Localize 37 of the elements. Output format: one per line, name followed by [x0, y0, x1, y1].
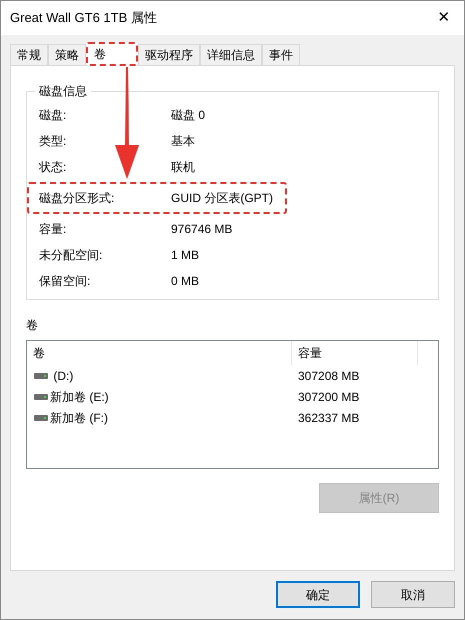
- column-header[interactable]: 容量: [292, 341, 418, 365]
- info-label: 保留空间:: [39, 273, 92, 290]
- info-value: 基本: [171, 133, 195, 150]
- info-label: 容量:: [39, 221, 68, 238]
- info-value: 0 MB: [171, 273, 200, 290]
- dialog-button[interactable]: 确定: [276, 581, 360, 608]
- info-label: 状态:: [39, 159, 68, 176]
- info-value: 1 MB: [171, 247, 200, 264]
- close-button[interactable]: ✕: [424, 1, 464, 35]
- volume-capacity: 362337 MB: [297, 410, 360, 426]
- section-title: 卷: [26, 317, 39, 334]
- info-value: 联机: [171, 159, 195, 176]
- dialog-button[interactable]: 取消: [371, 581, 455, 608]
- window-title: Great Wall GT6 1TB 属性: [10, 9, 157, 28]
- info-value: GUID 分区表(GPT): [171, 190, 273, 207]
- tab[interactable]: 卷: [86, 42, 138, 66]
- volume-capacity: 307200 MB: [297, 388, 360, 406]
- column-header[interactable]: 卷: [27, 341, 292, 365]
- volume-name[interactable]: 新加卷 (F:): [50, 408, 108, 426]
- info-label: 未分配空间:: [39, 247, 104, 264]
- tab[interactable]: 详细信息: [200, 44, 262, 65]
- drive-icon: [34, 394, 48, 400]
- info-label: 类型:: [39, 133, 68, 150]
- info-value: 976746 MB: [171, 221, 232, 238]
- info-label: 磁盘:: [39, 107, 68, 124]
- volume-capacity: 307208 MB: [297, 368, 360, 384]
- group-title: 磁盘信息: [38, 83, 88, 100]
- tab[interactable]: 策略: [48, 44, 86, 65]
- volume-name[interactable]: 新加卷 (E:): [50, 388, 109, 406]
- info-value: 磁盘 0: [171, 107, 206, 124]
- tab[interactable]: 常规: [10, 44, 48, 65]
- info-label: 磁盘分区形式:: [39, 190, 116, 207]
- tab[interactable]: 事件: [262, 44, 300, 65]
- tab[interactable]: 驱动程序: [138, 44, 200, 65]
- drive-icon: [34, 372, 48, 378]
- volume-name[interactable]: (D:): [50, 366, 74, 384]
- drive-icon: [34, 414, 48, 420]
